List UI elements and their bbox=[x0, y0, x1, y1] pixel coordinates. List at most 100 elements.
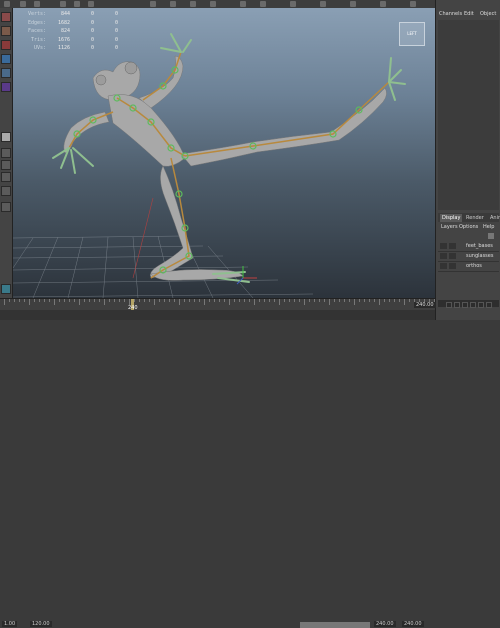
move-tool-icon[interactable] bbox=[20, 1, 26, 7]
shaded-icon[interactable] bbox=[150, 1, 156, 7]
rotate-tool-icon[interactable] bbox=[34, 1, 40, 7]
playback-end-field[interactable]: 240.00 bbox=[374, 621, 396, 627]
go-to-end-icon[interactable] bbox=[486, 302, 492, 308]
channels-menu[interactable]: Channels bbox=[439, 11, 462, 17]
start-time-field[interactable]: 1.00 bbox=[2, 621, 18, 627]
xray-icon[interactable] bbox=[260, 1, 266, 7]
edit-menu[interactable]: Edit bbox=[464, 11, 474, 17]
resolution-gate-icon[interactable] bbox=[290, 1, 296, 7]
isolate-icon[interactable] bbox=[240, 1, 246, 7]
safe-action-icon[interactable] bbox=[380, 1, 386, 7]
layer-row[interactable]: orthos bbox=[438, 262, 499, 272]
graph-view-icon[interactable] bbox=[1, 186, 11, 196]
time-tick bbox=[209, 299, 210, 302]
textured-icon[interactable] bbox=[170, 1, 176, 7]
single-view-icon[interactable] bbox=[1, 132, 11, 142]
hud-row: Faces: 824 0 0 bbox=[19, 27, 118, 36]
four-view-icon[interactable] bbox=[1, 148, 11, 158]
help-menu[interactable]: Help bbox=[483, 224, 494, 230]
range-slider[interactable] bbox=[300, 622, 370, 628]
time-tick bbox=[74, 299, 75, 302]
time-tick bbox=[49, 299, 50, 302]
time-tick bbox=[204, 299, 205, 305]
time-tick bbox=[364, 299, 365, 302]
time-tick bbox=[294, 299, 295, 302]
time-tick bbox=[179, 299, 180, 305]
hypershade-view-icon[interactable] bbox=[1, 202, 11, 212]
paint-select-icon[interactable] bbox=[1, 40, 11, 50]
tab-render[interactable]: Render bbox=[464, 214, 486, 222]
time-tick bbox=[374, 299, 375, 302]
tool-box bbox=[0, 8, 13, 298]
lasso-icon[interactable] bbox=[1, 26, 11, 36]
rotate-icon[interactable] bbox=[1, 68, 11, 78]
hud-a: 0 bbox=[90, 45, 94, 52]
shadows-icon[interactable] bbox=[210, 1, 216, 7]
time-tick bbox=[234, 299, 235, 302]
select-tool-icon[interactable] bbox=[4, 1, 10, 7]
layer-editor-tabs: Display Render Anim bbox=[438, 213, 500, 222]
time-tick bbox=[254, 299, 255, 305]
layers-menu[interactable]: Layers bbox=[441, 224, 458, 230]
view-cube[interactable]: LEFT bbox=[399, 22, 425, 46]
hud-row: Edges: 1682 0 0 bbox=[19, 19, 118, 28]
time-tick bbox=[59, 299, 60, 302]
lights-icon[interactable] bbox=[190, 1, 196, 7]
layer-row[interactable]: sunglasses bbox=[438, 252, 499, 262]
reference-toggle[interactable] bbox=[449, 253, 456, 259]
wireframe-icon[interactable] bbox=[88, 1, 94, 7]
field-chart-icon[interactable] bbox=[350, 1, 356, 7]
current-time-field[interactable]: 240.00 bbox=[414, 302, 436, 308]
time-tick bbox=[219, 299, 220, 302]
time-tick bbox=[409, 299, 410, 302]
perspective-viewport[interactable]: Verts: 844 0 0 Edges: 1682 0 0 Faces: 824 0 0 Tris: 1… bbox=[13, 8, 435, 298]
playback-start-field[interactable]: 120.00 bbox=[30, 621, 52, 627]
hud-val: 824 bbox=[60, 28, 70, 35]
object-menu[interactable]: Object bbox=[480, 11, 496, 17]
reference-toggle[interactable] bbox=[449, 263, 456, 269]
step-forward-icon[interactable] bbox=[478, 302, 484, 308]
layer-list: feet_bases sunglasses orthos bbox=[438, 242, 499, 272]
side-by-side-icon[interactable] bbox=[1, 160, 11, 170]
hud-b: 0 bbox=[114, 45, 118, 52]
visibility-toggle[interactable] bbox=[440, 263, 447, 269]
time-tick bbox=[354, 299, 355, 305]
scale-icon[interactable] bbox=[1, 82, 11, 92]
visibility-toggle[interactable] bbox=[440, 253, 447, 259]
layer-row[interactable]: feet_bases bbox=[438, 242, 499, 252]
options-menu[interactable]: Options bbox=[459, 224, 478, 230]
camera-icon[interactable] bbox=[60, 1, 66, 7]
step-back-icon[interactable] bbox=[454, 302, 460, 308]
end-time-field[interactable]: 240.00 bbox=[402, 621, 424, 627]
render-view-icon[interactable] bbox=[1, 284, 11, 294]
film-gate-icon[interactable] bbox=[320, 1, 326, 7]
outliner-view-icon[interactable] bbox=[1, 172, 11, 182]
hud-val: 1676 bbox=[57, 36, 70, 43]
hud-b: 0 bbox=[114, 36, 118, 43]
time-tick bbox=[29, 299, 30, 305]
move-icon[interactable] bbox=[1, 54, 11, 64]
reference-toggle[interactable] bbox=[449, 243, 456, 249]
tab-anim[interactable]: Anim bbox=[488, 214, 500, 222]
time-tick bbox=[144, 299, 145, 302]
new-layer-icon[interactable] bbox=[488, 233, 494, 239]
channel-box-panel: Channels Edit Object Display Render Anim… bbox=[435, 0, 500, 320]
time-tick bbox=[244, 299, 245, 302]
time-tick bbox=[39, 299, 40, 302]
hud-toggle-icon[interactable] bbox=[410, 1, 416, 7]
time-tick bbox=[324, 299, 325, 302]
time-tick bbox=[344, 299, 345, 302]
go-to-start-icon[interactable] bbox=[446, 302, 452, 308]
play-forward-icon[interactable] bbox=[470, 302, 476, 308]
play-back-icon[interactable] bbox=[462, 302, 468, 308]
frog-eye-left bbox=[95, 74, 107, 86]
time-tick bbox=[299, 299, 300, 302]
tab-display[interactable]: Display bbox=[440, 214, 463, 222]
visibility-toggle[interactable] bbox=[440, 243, 447, 249]
select-icon[interactable] bbox=[1, 12, 11, 22]
time-tick bbox=[199, 299, 200, 302]
grid-icon[interactable] bbox=[74, 1, 80, 7]
time-tick bbox=[339, 299, 340, 302]
hud-val: 844 bbox=[60, 11, 70, 17]
hud-val: 1126 bbox=[57, 45, 70, 52]
